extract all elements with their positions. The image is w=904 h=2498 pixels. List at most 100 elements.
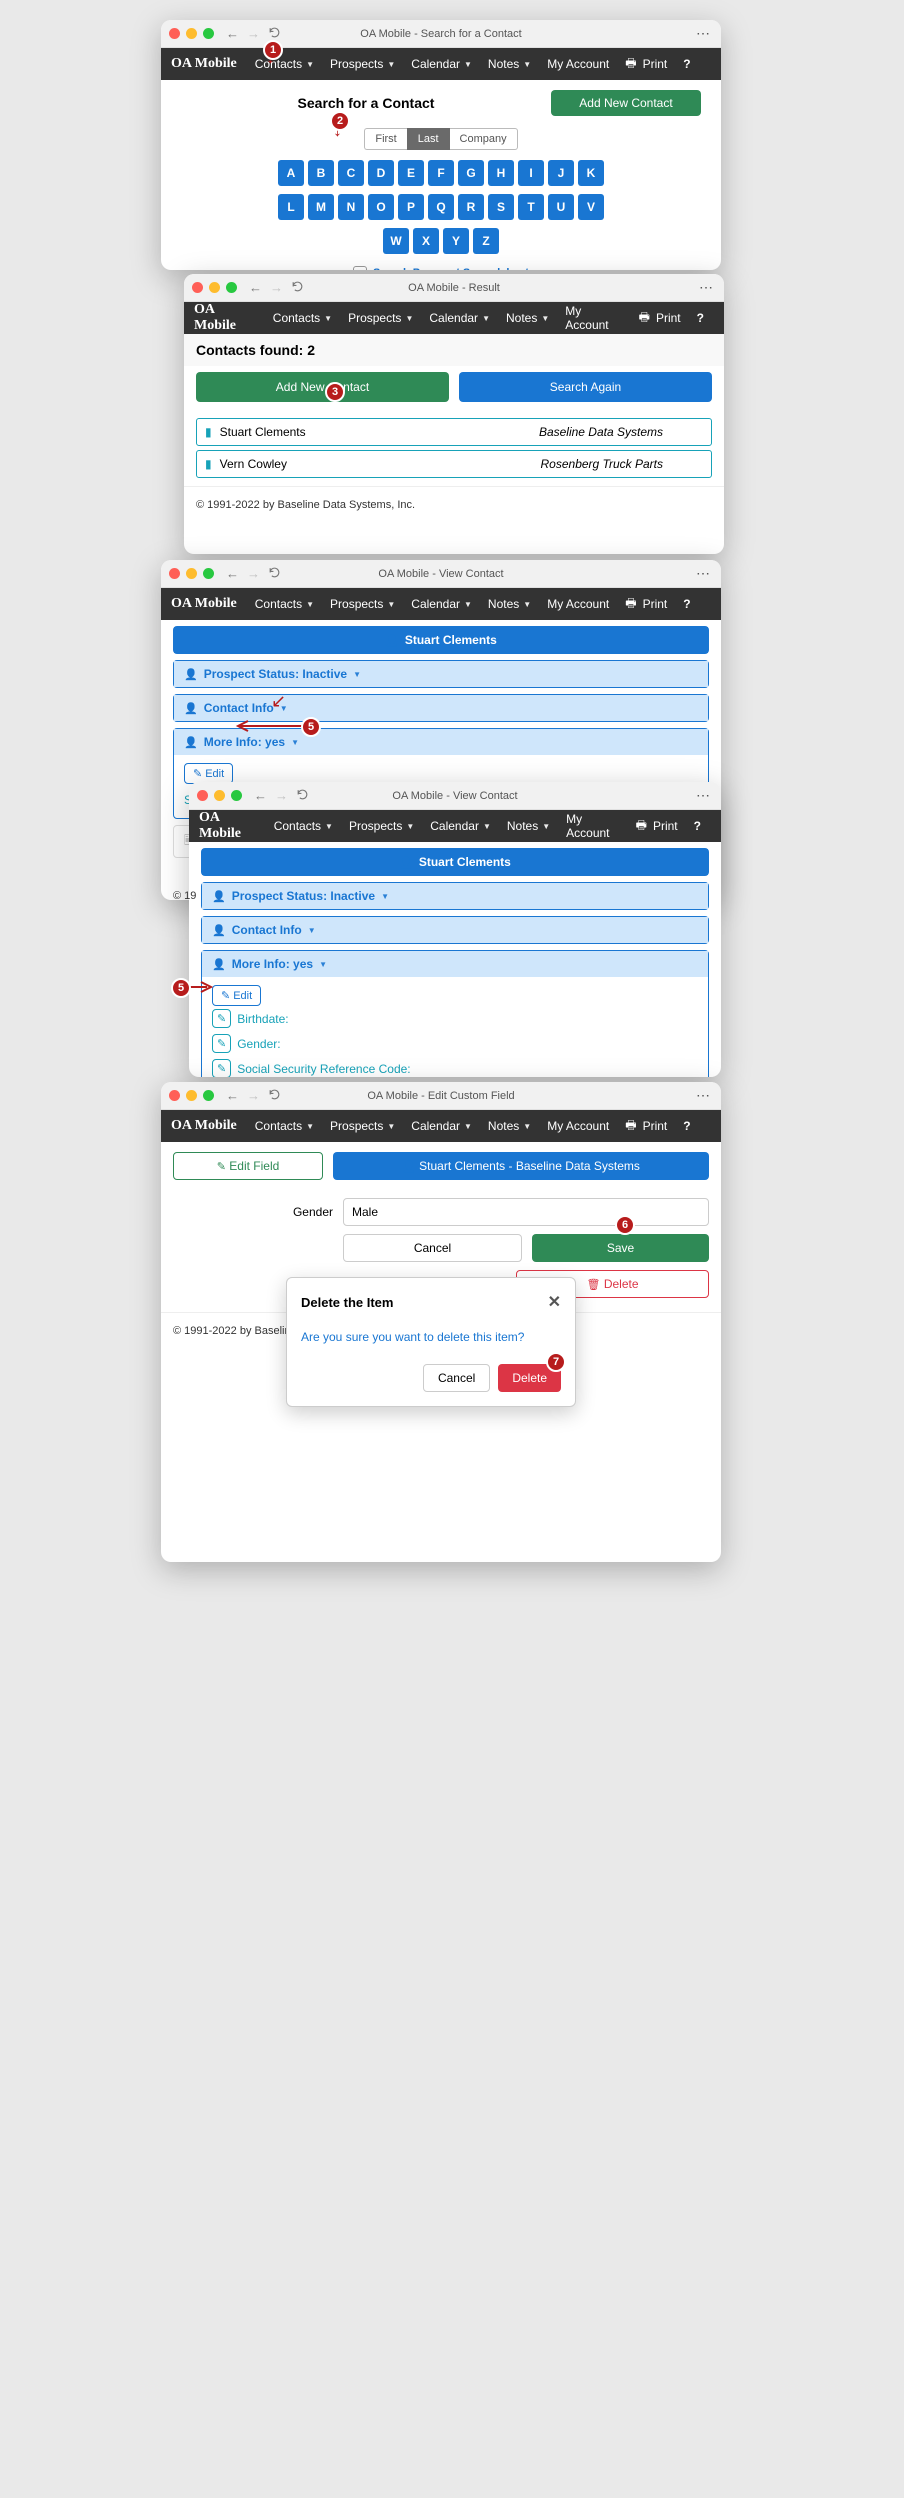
chk-prospect[interactable]: [353, 266, 367, 270]
cancel-button[interactable]: Cancel: [343, 1234, 522, 1262]
more-icon[interactable]: ⋯: [696, 565, 711, 582]
alpha-e[interactable]: E: [398, 160, 424, 186]
menu-prospects[interactable]: Prospects▼: [343, 815, 420, 837]
alpha-b[interactable]: B: [308, 160, 334, 186]
menu-contacts[interactable]: Contacts▼: [267, 307, 338, 329]
traffic-max[interactable]: [203, 568, 214, 579]
add-contact-button[interactable]: Add New Contact: [196, 372, 449, 402]
menu-myaccount[interactable]: My Account: [541, 593, 615, 615]
alpha-s[interactable]: S: [488, 194, 514, 220]
menu-calendar[interactable]: Calendar▼: [423, 307, 496, 329]
traffic-close[interactable]: [192, 282, 203, 293]
menu-notes[interactable]: Notes▼: [500, 307, 555, 329]
edit-button[interactable]: Edit: [184, 763, 233, 784]
alpha-f[interactable]: F: [428, 160, 454, 186]
alpha-y[interactable]: Y: [443, 228, 469, 254]
menu-notes[interactable]: Notes▼: [482, 593, 537, 615]
alpha-v[interactable]: V: [578, 194, 604, 220]
alpha-z[interactable]: Z: [473, 228, 499, 254]
menu-calendar[interactable]: Calendar▼: [424, 815, 497, 837]
back-button[interactable]: ←: [226, 26, 239, 42]
alpha-a[interactable]: A: [278, 160, 304, 186]
alpha-n[interactable]: N: [338, 194, 364, 220]
alpha-t[interactable]: T: [518, 194, 544, 220]
alpha-k[interactable]: K: [578, 160, 604, 186]
menu-print[interactable]: Print: [633, 304, 687, 333]
menu-myaccount[interactable]: My Account: [559, 300, 628, 336]
brand[interactable]: OA Mobile: [194, 302, 255, 334]
traffic-min[interactable]: [214, 790, 225, 801]
menu-prospects[interactable]: Prospects▼: [324, 593, 401, 615]
menu-help[interactable]: ?: [677, 593, 696, 615]
more-icon[interactable]: ⋯: [696, 25, 711, 42]
seg-company[interactable]: Company: [450, 128, 518, 150]
menu-notes[interactable]: Notes▼: [501, 815, 556, 837]
menu-print[interactable]: Print: [630, 812, 684, 841]
edit-gender[interactable]: [212, 1034, 231, 1053]
traffic-max[interactable]: [203, 1090, 214, 1101]
menu-calendar[interactable]: Calendar▼: [405, 1115, 478, 1137]
traffic-min[interactable]: [186, 28, 197, 39]
traffic-min[interactable]: [209, 282, 220, 293]
menu-myaccount[interactable]: My Account: [541, 1115, 615, 1137]
traffic-max[interactable]: [226, 282, 237, 293]
alpha-j[interactable]: J: [548, 160, 574, 186]
menu-myaccount[interactable]: My Account: [560, 808, 625, 844]
back-button[interactable]: ←: [226, 566, 239, 582]
refresh-button[interactable]: [268, 1088, 281, 1104]
forward-button[interactable]: →: [275, 788, 288, 804]
menu-help[interactable]: ?: [691, 307, 710, 329]
menu-help[interactable]: ?: [677, 1115, 696, 1137]
menu-calendar[interactable]: Calendar▼: [405, 53, 478, 75]
menu-calendar[interactable]: Calendar▼: [405, 593, 478, 615]
traffic-min[interactable]: [186, 1090, 197, 1101]
alpha-u[interactable]: U: [548, 194, 574, 220]
menu-myaccount[interactable]: My Account: [541, 53, 615, 75]
seg-first[interactable]: First: [364, 128, 406, 150]
alpha-m[interactable]: M: [308, 194, 334, 220]
refresh-button[interactable]: [268, 26, 281, 42]
contact-row[interactable]: ▮ Stuart Clements Baseline Data Systems: [196, 418, 712, 446]
menu-notes[interactable]: Notes▼: [482, 53, 537, 75]
chk-prospect-label[interactable]: Search Prospect Spreadsheet: [373, 267, 529, 270]
menu-print[interactable]: Print: [619, 50, 673, 79]
refresh-button[interactable]: [296, 788, 309, 804]
traffic-close[interactable]: [169, 28, 180, 39]
alpha-g[interactable]: G: [458, 160, 484, 186]
refresh-button[interactable]: [268, 566, 281, 582]
menu-contacts[interactable]: Contacts▼: [249, 1115, 320, 1137]
menu-print[interactable]: Print: [619, 1112, 673, 1141]
forward-button[interactable]: →: [247, 26, 260, 42]
forward-button[interactable]: →: [270, 280, 283, 296]
seg-last[interactable]: Last: [407, 128, 450, 150]
more-icon[interactable]: ⋯: [699, 279, 714, 296]
add-contact-button[interactable]: Add New Contact: [551, 90, 701, 116]
more-icon[interactable]: ⋯: [696, 787, 711, 804]
edit-button[interactable]: Edit: [212, 985, 261, 1006]
alpha-l[interactable]: L: [278, 194, 304, 220]
alpha-q[interactable]: Q: [428, 194, 454, 220]
brand[interactable]: OA Mobile: [171, 56, 237, 72]
menu-prospects[interactable]: Prospects▼: [324, 53, 401, 75]
menu-help[interactable]: ?: [677, 53, 696, 75]
traffic-max[interactable]: [203, 28, 214, 39]
alpha-i[interactable]: I: [518, 160, 544, 186]
alpha-r[interactable]: R: [458, 194, 484, 220]
back-button[interactable]: ←: [249, 280, 262, 296]
menu-print[interactable]: Print: [619, 590, 673, 619]
traffic-close[interactable]: [197, 790, 208, 801]
menu-contacts[interactable]: Contacts▼: [249, 53, 320, 75]
refresh-button[interactable]: [291, 280, 304, 296]
alpha-o[interactable]: O: [368, 194, 394, 220]
contact-row[interactable]: ▮ Vern Cowley Rosenberg Truck Parts: [196, 450, 712, 478]
alpha-d[interactable]: D: [368, 160, 394, 186]
close-icon[interactable]: ✕: [548, 1292, 561, 1312]
alpha-p[interactable]: P: [398, 194, 424, 220]
traffic-close[interactable]: [169, 568, 180, 579]
more-icon[interactable]: ⋯: [696, 1087, 711, 1104]
traffic-max[interactable]: [231, 790, 242, 801]
menu-contacts[interactable]: Contacts▼: [249, 593, 320, 615]
alpha-x[interactable]: X: [413, 228, 439, 254]
menu-notes[interactable]: Notes▼: [482, 1115, 537, 1137]
back-button[interactable]: ←: [226, 1088, 239, 1104]
